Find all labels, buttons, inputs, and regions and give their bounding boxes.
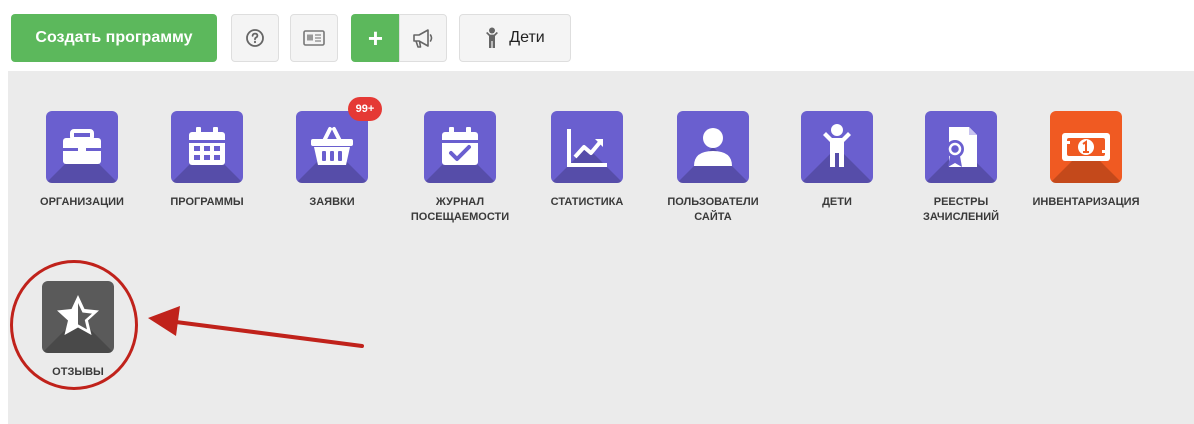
- notification-badge: 99+: [348, 97, 382, 121]
- annotation-arrow-icon: [148, 306, 364, 348]
